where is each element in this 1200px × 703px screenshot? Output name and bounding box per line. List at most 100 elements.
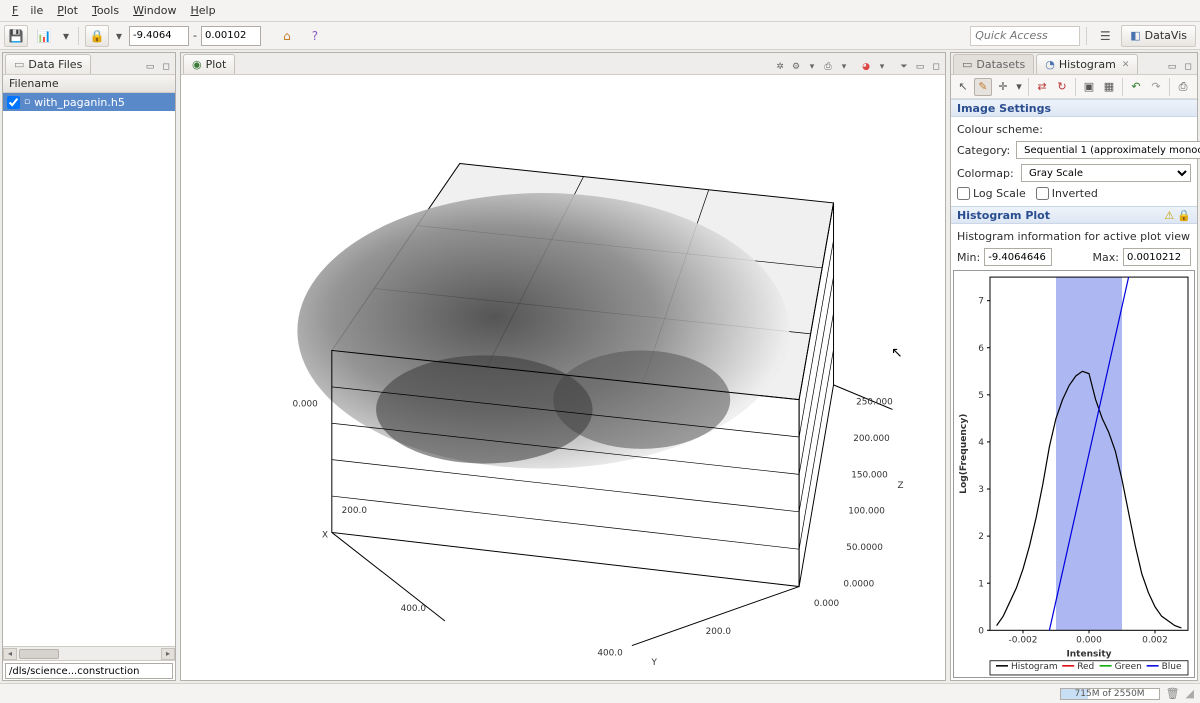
svg-text:Histogram: Histogram	[1011, 662, 1058, 672]
file-checkbox[interactable]	[7, 96, 20, 109]
path-input[interactable]	[5, 663, 173, 679]
menu-help[interactable]: Help	[184, 2, 221, 19]
colormap-select[interactable]: Gray Scale	[1021, 164, 1191, 182]
separator	[1122, 78, 1123, 96]
maximize-icon[interactable]: ◻	[1181, 60, 1195, 74]
svg-text:2: 2	[978, 532, 984, 542]
file-row[interactable]: ▫ with_paganin.h5	[3, 93, 175, 111]
tab-bar: ▭ Data Files ▭ ◻	[3, 53, 175, 75]
min-input[interactable]	[984, 248, 1052, 266]
menu-plot[interactable]: Plot	[51, 2, 84, 19]
dropdown-icon[interactable]: ▾	[875, 60, 889, 74]
tab-data-files[interactable]: ▭ Data Files	[5, 54, 91, 74]
separator	[78, 27, 79, 45]
help-icon[interactable]: ?	[303, 25, 327, 47]
pointer-icon[interactable]: ↖	[954, 78, 972, 96]
svg-text:Y: Y	[651, 658, 658, 668]
undo-icon[interactable]: ↶	[1127, 78, 1145, 96]
image-settings-body: Colour scheme: Category: Sequential 1 (a…	[951, 117, 1197, 206]
menu-tools[interactable]: Tools	[86, 2, 125, 19]
minimize-icon[interactable]: ▭	[913, 60, 927, 74]
scroll-thumb[interactable]	[19, 649, 59, 659]
maximize-icon[interactable]: ◻	[929, 60, 943, 74]
menu-window[interactable]: Window	[127, 2, 182, 19]
menu-file[interactable]: File	[6, 2, 49, 19]
svg-text:0.000: 0.000	[814, 599, 840, 609]
max-label: Max:	[1093, 251, 1119, 264]
svg-text:0.0000: 0.0000	[843, 580, 874, 590]
tab-bar: ▭ Datasets ◔ Histogram ✕ ▭ ◻	[951, 53, 1197, 75]
category-label: Category:	[957, 144, 1010, 157]
svg-text:4: 4	[978, 438, 984, 448]
section-histogram-plot[interactable]: Histogram Plot ⚠ 🔒	[951, 206, 1197, 224]
warning-icon[interactable]: ⚠	[1164, 209, 1174, 222]
zoom-icon[interactable]: ✛	[994, 78, 1012, 96]
dropdown-icon[interactable]: ▾	[113, 25, 125, 47]
svg-text:-0.002: -0.002	[1009, 635, 1038, 645]
trash-icon[interactable]: 🗑	[1166, 687, 1180, 700]
log-scale-checkbox[interactable]: Log Scale	[957, 187, 1026, 200]
range-min-input[interactable]	[129, 26, 189, 46]
redo-icon[interactable]: ↷	[1147, 78, 1165, 96]
file-list: ▫ with_paganin.h5	[3, 93, 175, 646]
category-select[interactable]: Sequential 1 (approximately monochro	[1016, 141, 1200, 159]
collapse-icon[interactable]: ⏷	[897, 60, 911, 74]
svg-text:0.002: 0.002	[1142, 635, 1168, 645]
quick-access-input[interactable]	[970, 26, 1080, 46]
scroll-right-icon[interactable]: ▸	[161, 648, 175, 660]
maximize-icon[interactable]: ◻	[159, 60, 173, 74]
tab-datasets[interactable]: ▭ Datasets	[953, 54, 1034, 74]
histogram-chart-container: 01234567-0.0020.0000.002IntensityLog(Fre…	[951, 268, 1197, 680]
horizontal-scrollbar[interactable]: ◂ ▸	[3, 646, 175, 660]
region-icon[interactable]: ▦	[1100, 78, 1118, 96]
print-icon[interactable]: ⎙	[1174, 78, 1192, 96]
dropdown-icon[interactable]: ▾	[1014, 78, 1024, 96]
dropdown-icon[interactable]: ▾	[60, 25, 72, 47]
connect-icon[interactable]: ⇄	[1033, 78, 1051, 96]
range-max-input[interactable]	[201, 26, 261, 46]
cube-icon: ◧	[1130, 29, 1140, 42]
svg-text:100.000: 100.000	[848, 507, 885, 517]
refresh-icon[interactable]: ↻	[1053, 78, 1071, 96]
colormap-label: Colormap:	[957, 167, 1015, 180]
svg-text:1: 1	[978, 579, 984, 589]
histogram-chart[interactable]: 01234567-0.0020.0000.002IntensityLog(Fre…	[953, 270, 1195, 678]
home-icon[interactable]: ⌂	[275, 25, 299, 47]
memory-bar[interactable]: 715M of 2550M	[1060, 688, 1160, 700]
separator	[1169, 78, 1170, 96]
minimize-icon[interactable]: ▭	[143, 60, 157, 74]
svg-text:200.0: 200.0	[706, 627, 732, 637]
export-icon[interactable]: ⎙	[821, 60, 835, 74]
folder-icon: ▭	[14, 58, 24, 71]
inverted-checkbox[interactable]: Inverted	[1036, 187, 1098, 200]
perspective-icon[interactable]: ☰	[1093, 25, 1117, 47]
pencil-icon[interactable]: ✎	[974, 78, 992, 96]
dropdown-icon[interactable]: ▾	[837, 60, 851, 74]
resize-grip-icon[interactable]: ◢	[1186, 687, 1194, 700]
svg-text:50.0000: 50.0000	[846, 543, 883, 553]
plot-3d-viewport[interactable]: 0.000 200.0 400.0 X 0.000 200.0 400.0 Y …	[181, 75, 945, 680]
datavis-perspective-button[interactable]: ◧ DataVis	[1121, 25, 1196, 47]
lock-icon[interactable]: 🔒	[85, 25, 109, 47]
scroll-left-icon[interactable]: ◂	[3, 648, 17, 660]
tab-histogram[interactable]: ◔ Histogram ✕	[1036, 54, 1138, 74]
file-icon: ▫	[24, 97, 30, 107]
color-icon[interactable]: ◕	[859, 60, 873, 74]
close-icon[interactable]: ✕	[1122, 60, 1130, 70]
max-input[interactable]	[1123, 248, 1191, 266]
section-image-settings[interactable]: Image Settings	[951, 99, 1197, 117]
minimize-icon[interactable]: ▭	[1165, 60, 1179, 74]
column-header-filename[interactable]: Filename	[3, 75, 175, 93]
chart-icon[interactable]: 📊	[32, 25, 56, 47]
svg-text:3: 3	[978, 485, 984, 495]
svg-text:250.000: 250.000	[856, 398, 893, 408]
tab-plot[interactable]: ◉ Plot	[183, 54, 235, 74]
save-icon[interactable]: 💾	[4, 25, 28, 47]
tool-icon[interactable]: ✲	[773, 60, 787, 74]
settings-icon[interactable]: ⚙	[789, 60, 803, 74]
dropdown-icon[interactable]: ▾	[805, 60, 819, 74]
svg-text:0.000: 0.000	[292, 400, 318, 410]
svg-text:150.000: 150.000	[851, 470, 888, 480]
lock-icon[interactable]: 🔒	[1177, 209, 1191, 222]
select-icon[interactable]: ▣	[1080, 78, 1098, 96]
